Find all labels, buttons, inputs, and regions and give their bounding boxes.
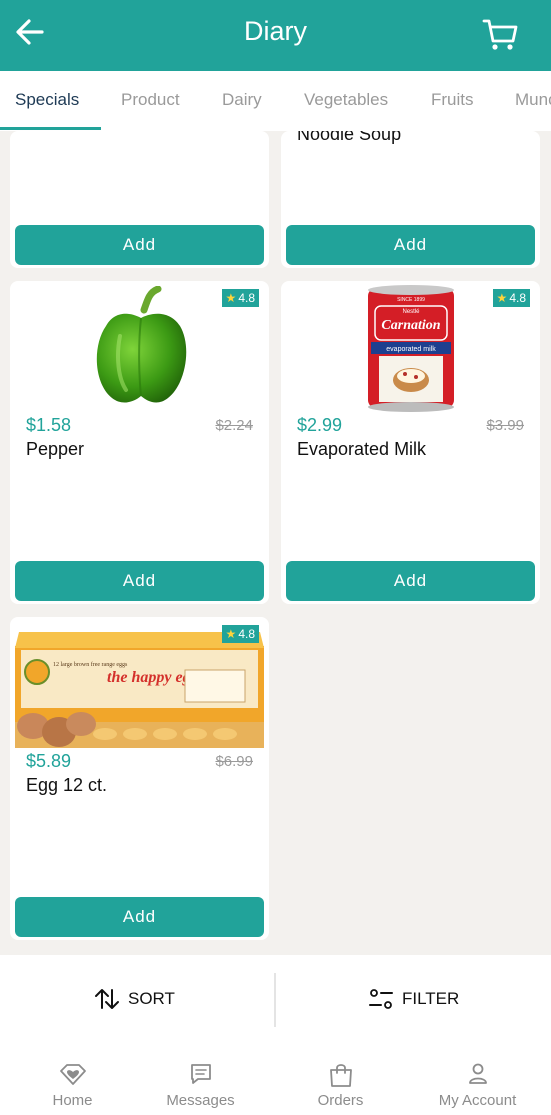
price: $5.89 [26,751,72,771]
rating-value: 4.8 [238,627,255,641]
add-button[interactable]: Add [15,561,264,601]
nav-my-account-label: My Account [438,1092,517,1109]
old-price: $3.99 [486,417,524,434]
can-since-text: SINCE 1899 [397,297,425,303]
old-price: $2.24 [215,417,253,434]
nav-messages-label: Messages [166,1092,235,1109]
nav-messages[interactable]: Messages [132,1045,269,1115]
product-card[interactable]: ★ 4.8 $1.58 $2.24 Pepper Add [10,281,269,604]
filter-label: FILTER [402,989,460,1008]
rating-badge: ★ 4.8 [221,289,259,307]
product-card[interactable]: Noodle Soup Add [281,131,540,268]
product-name: Pepper [26,439,85,459]
pepper-image [96,286,187,403]
tab-dairy[interactable]: Dairy [222,90,262,110]
shopping-bag-icon [329,1064,352,1087]
rating-badge: ★ 4.8 [492,289,530,307]
active-tab-indicator [0,127,101,130]
can-maker-text: Nestlé [402,309,420,315]
bottom-navigation: Home Messages Orders My Account [0,1045,551,1115]
price: $2.99 [297,415,343,435]
page-title: Diary [243,16,307,46]
product-card[interactable]: SINCE 1899 Nestlé Carnation evaporated m… [281,281,540,604]
cart-icon[interactable] [480,14,520,54]
star-icon: ★ [496,291,508,305]
message-icon [190,1064,211,1084]
evaporated-milk-can-image: SINCE 1899 Nestlé Carnation evaporated m… [368,285,454,412]
rating-value: 4.8 [238,291,255,305]
carton-label-text: 12 large brown free range eggs [53,661,128,668]
person-icon [468,1063,487,1084]
sort-button[interactable]: SORT [94,987,175,1011]
tab-fruits[interactable]: Fruits [431,90,474,110]
nav-home[interactable]: Home [4,1045,141,1115]
filter-button[interactable]: FILTER [368,987,459,1011]
tab-vegetables[interactable]: Vegetables [304,90,388,110]
home-heart-icon [59,1064,86,1085]
product-card[interactable]: Add [10,131,269,268]
nav-orders[interactable]: Orders [272,1045,409,1115]
sort-label: SORT [128,989,175,1008]
can-band-text: evaporated milk [386,346,436,353]
product-name: Egg 12 ct. [26,775,108,795]
tab-product[interactable]: Product [121,90,180,110]
nav-home-label: Home [52,1092,93,1109]
tab-munc[interactable]: Munc [515,90,551,110]
add-button[interactable]: Add [286,561,535,601]
divider [274,973,276,1027]
price: $1.58 [26,415,72,435]
tab-specials[interactable]: Specials [15,90,79,110]
rating-value: 4.8 [509,291,526,305]
filter-icon [369,989,393,1009]
app-bar: Diary [0,0,551,71]
sort-icon [95,989,119,1009]
product-name: Noodle Soup [297,131,402,144]
old-price: $6.99 [215,753,253,770]
product-name: Evaporated Milk [297,439,427,459]
rating-badge: ★ 4.8 [221,625,259,643]
add-button[interactable]: Add [286,225,535,265]
nav-my-account[interactable]: My Account [409,1045,546,1115]
category-tabs: Specials Product Dairy Vegetables Fruits… [0,71,551,131]
nav-orders-label: Orders [317,1092,364,1109]
product-card[interactable]: 12 large brown free range eggs the happy… [10,617,269,940]
can-brand-text: Carnation [381,318,440,333]
add-button[interactable]: Add [15,225,264,265]
sort-filter-bar: SORT FILTER [0,955,551,1045]
star-icon: ★ [225,627,237,641]
add-button[interactable]: Add [15,897,264,937]
star-icon: ★ [225,291,237,305]
